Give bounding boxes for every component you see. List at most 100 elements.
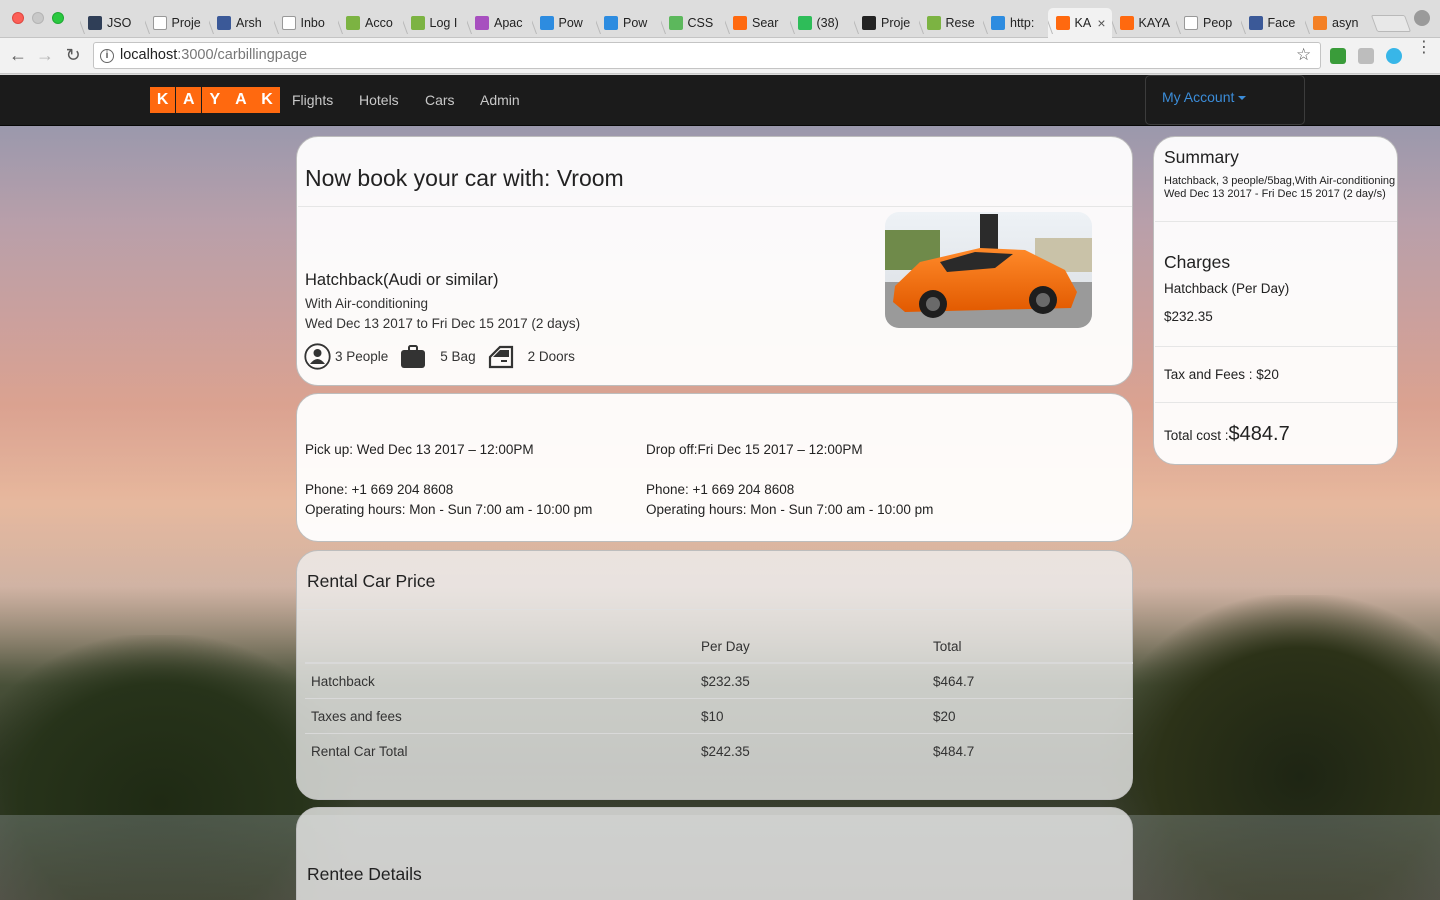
tab-title: KA <box>1074 16 1092 30</box>
table-row: Rental Car Total $242.35 $484.7 <box>305 733 1133 768</box>
browser-tab[interactable]: Sear <box>725 8 790 38</box>
close-tab-icon[interactable]: × <box>1097 15 1105 31</box>
info-icon[interactable]: i <box>100 49 114 63</box>
summary-dates: Wed Dec 13 2017 - Fri Dec 15 2017 (2 day… <box>1164 188 1386 200</box>
locations-card: Pick up: Wed Dec 13 2017 – 12:00PM Drop … <box>296 393 1133 542</box>
nav-cars[interactable]: Cars <box>425 92 455 108</box>
nav-hotels[interactable]: Hotels <box>359 92 399 108</box>
tab-title: JSO <box>107 16 132 30</box>
column-header-per-day: Per Day <box>695 631 927 664</box>
window-minimize-button[interactable] <box>32 12 44 24</box>
tab-title: Proje <box>881 16 911 30</box>
browser-tab[interactable]: Pow <box>532 8 597 38</box>
tab-title: asyn <box>1332 16 1359 30</box>
css-icon <box>668 16 683 30</box>
new-tab-button[interactable] <box>1370 15 1412 32</box>
summary-card: Summary Hatchback, 3 people/5bag,With Ai… <box>1153 136 1398 465</box>
browser-tab[interactable]: Pow <box>596 8 661 38</box>
extension-globe-icon[interactable] <box>1386 48 1402 64</box>
cors-extension-icon[interactable] <box>1330 48 1346 64</box>
browser-menu-icon[interactable]: ⋮ <box>1416 40 1432 56</box>
tab-title: Proje <box>171 16 201 30</box>
car-features: 3 People 5 Bag 2 Doors <box>304 343 575 370</box>
row-total: $20 <box>927 698 1133 734</box>
document-icon <box>1184 16 1198 30</box>
car-image <box>885 212 1092 328</box>
profile-icon[interactable] <box>1414 10 1430 26</box>
logo-letter: A <box>176 87 202 113</box>
tab-title: (38) <box>816 16 839 30</box>
logo-letter: A <box>228 87 254 113</box>
tab-title: Pow <box>623 16 648 30</box>
kayak-logo[interactable]: KAYAK <box>150 87 280 113</box>
charge-label: Hatchback (Per Day) <box>1164 281 1290 296</box>
page-background: KAYAK Flights Hotels Cars Admin My Accou… <box>0 75 1440 900</box>
browser-tab[interactable]: http: <box>983 8 1048 38</box>
window-close-button[interactable] <box>12 12 24 24</box>
bookmark-star-icon[interactable]: ☆ <box>1296 45 1311 65</box>
divider <box>1155 402 1397 403</box>
browser-tab[interactable]: Arsh <box>209 8 274 38</box>
person-icon <box>304 343 331 370</box>
car-model: Hatchback(Audi or similar) <box>305 271 499 289</box>
browser-tab[interactable]: asyn <box>1305 8 1370 38</box>
json-icon <box>88 16 102 30</box>
tab-title: Rese <box>945 16 975 30</box>
price-table-header: Per Day Total <box>305 631 1133 664</box>
price-table: Per Day Total Hatchback $232.35 $464.7 T… <box>305 631 1133 768</box>
browser-tab[interactable]: Face <box>1241 8 1306 38</box>
charge-value: $232.35 <box>1164 309 1213 324</box>
gmail-icon <box>281 16 296 30</box>
tab-title: Acco <box>365 16 393 30</box>
row-label: Taxes and fees <box>305 698 695 734</box>
browser-tab[interactable]: Log I <box>403 8 468 38</box>
back-arrow-icon[interactable]: ← <box>8 45 28 65</box>
logo-letter: K <box>150 87 176 113</box>
address-bar[interactable]: i localhost:3000/carbillingpage <box>93 42 1321 69</box>
extension-icon[interactable] <box>1358 48 1374 64</box>
tab-title: Inbo <box>300 16 325 30</box>
row-per-day: $10 <box>695 698 927 734</box>
row-label: Rental Car Total <box>305 733 695 768</box>
tab-title: Sear <box>752 16 779 30</box>
browser-tab[interactable]: Proje <box>145 8 210 38</box>
browser-tab[interactable]: Inbo <box>274 8 339 38</box>
column-header <box>305 631 695 664</box>
rentee-title: Rentee Details <box>307 864 422 884</box>
tab-title: Arsh <box>236 16 262 30</box>
browser-tabstrip: JSO Proje Arsh Inbo Acco Log I Apac Pow Pow CSS Se… <box>0 0 1440 38</box>
price-title: Rental Car Price <box>307 571 436 591</box>
browser-tab[interactable]: Rese <box>919 8 984 38</box>
browser-tab[interactable]: (38) <box>790 8 855 38</box>
my-account-dropdown[interactable]: My Account <box>1145 75 1305 125</box>
window-maximize-button[interactable] <box>52 12 64 24</box>
browser-tab[interactable]: Acco <box>338 8 403 38</box>
site-navbar: KAYAK Flights Hotels Cars Admin My Accou… <box>0 75 1440 126</box>
row-label: Hatchback <box>305 662 695 699</box>
browser-tab[interactable]: KAYA <box>1112 8 1177 38</box>
booking-card: Now book your car with: Vroom Hatchback(… <box>296 136 1133 386</box>
nav-admin[interactable]: Admin <box>480 92 520 108</box>
row-total: $484.7 <box>927 733 1133 768</box>
tab-title: http: <box>1010 16 1035 30</box>
browser-tab[interactable]: Apac <box>467 8 532 38</box>
stackoverflow-icon <box>1313 16 1327 30</box>
forward-arrow-icon[interactable]: → <box>35 45 55 65</box>
kayak-icon <box>1119 16 1134 30</box>
logo-letter: Y <box>202 87 228 113</box>
browser-tab[interactable]: Proje <box>854 8 919 38</box>
gear-icon <box>410 16 425 30</box>
whatsapp-icon <box>797 16 812 30</box>
car-ac: With Air-conditioning <box>305 296 429 311</box>
browser-tab[interactable]: KA × <box>1047 8 1112 38</box>
lifering-icon <box>152 16 167 30</box>
gear-icon <box>346 16 360 30</box>
browser-tab[interactable]: JSO <box>80 8 145 38</box>
browser-tab[interactable]: CSS <box>661 8 726 38</box>
nav-flights[interactable]: Flights <box>292 92 333 108</box>
my-account-label: My Account <box>1162 89 1235 105</box>
browser-tab[interactable]: Peop <box>1176 8 1241 38</box>
url-path: :3000/carbillingpage <box>177 47 308 63</box>
dropoff-phone: Phone: +1 669 204 8608 <box>646 482 795 497</box>
reload-icon[interactable]: ↻ <box>63 45 83 65</box>
